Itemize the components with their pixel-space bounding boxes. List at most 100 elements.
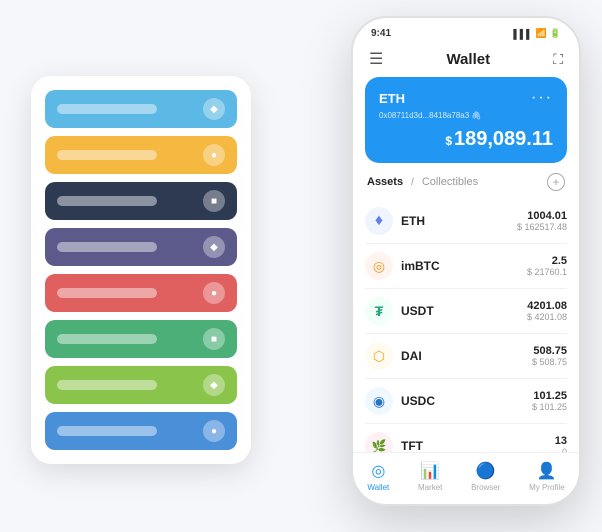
bottom-nav-wallet[interactable]: ◎ Wallet — [367, 461, 389, 492]
asset-usd-imbtc: $ 21760.1 — [527, 267, 567, 277]
asset-usd-usdc: $ 101.25 — [532, 402, 567, 412]
stack-card-icon-1: ◆ — [203, 98, 225, 120]
phone-mockup: 9:41 ▌▌▌ 📶 🔋 ☰ Wallet ⛶ ETH ··· 0x08711d… — [351, 16, 581, 506]
browser-nav-label: Browser — [471, 483, 500, 492]
asset-amount-usdc: 101.25 — [532, 390, 567, 402]
eth-card-dots: ··· — [531, 89, 553, 107]
bottom-nav-profile[interactable]: 👤 My Profile — [529, 461, 565, 492]
asset-name-usdt: USDT — [401, 304, 527, 318]
eth-card-header: ETH ··· — [379, 89, 553, 107]
asset-icon-usdt: ₮ — [365, 297, 393, 325]
stack-card-4: ◆ — [45, 228, 237, 266]
asset-values-tft: 13 0 — [555, 435, 567, 452]
tab-collectibles[interactable]: Collectibles — [422, 176, 478, 188]
assets-tabs: Assets / Collectibles — [367, 176, 478, 188]
stack-card-bar-8 — [57, 426, 157, 436]
eth-address: 0x08711d3d...8418a78a3 🖇 — [379, 111, 553, 120]
stack-card-icon-6: ■ — [203, 328, 225, 350]
stack-card-icon-8: ● — [203, 420, 225, 442]
asset-amount-eth: 1004.01 — [517, 210, 567, 222]
stack-card-bar-7 — [57, 380, 157, 390]
asset-name-tft: TFT — [401, 439, 555, 452]
tab-divider: / — [411, 177, 414, 188]
asset-item-usdt[interactable]: ₮ USDT 4201.08 $ 4201.08 — [365, 289, 567, 334]
stack-card-6: ■ — [45, 320, 237, 358]
asset-usd-eth: $ 162517.48 — [517, 222, 567, 232]
stack-card-7: ◆ — [45, 366, 237, 404]
scene: ◆ ● ■ ◆ ● ■ ◆ ● — [11, 16, 591, 516]
stack-card-2: ● — [45, 136, 237, 174]
asset-name-eth: ETH — [401, 214, 517, 228]
nav-bar: ☰ Wallet ⛶ — [353, 43, 579, 77]
asset-usd-dai: $ 508.75 — [532, 357, 567, 367]
profile-nav-label: My Profile — [529, 483, 565, 492]
wallet-nav-icon: ◎ — [371, 461, 385, 481]
nav-title: Wallet — [446, 51, 490, 68]
asset-icon-tft: 🌿 — [365, 432, 393, 452]
asset-amount-usdt: 4201.08 — [527, 300, 567, 312]
asset-item-dai[interactable]: ⬡ DAI 508.75 $ 508.75 — [365, 334, 567, 379]
battery-icon: 🔋 — [550, 28, 561, 39]
asset-amount-imbtc: 2.5 — [527, 255, 567, 267]
asset-icon-dai: ⬡ — [365, 342, 393, 370]
stack-card-icon-3: ■ — [203, 190, 225, 212]
tab-assets[interactable]: Assets — [367, 176, 403, 188]
asset-item-imbtc[interactable]: ◎ imBTC 2.5 $ 21760.1 — [365, 244, 567, 289]
stack-card-1: ◆ — [45, 90, 237, 128]
stack-card-3: ■ — [45, 182, 237, 220]
eth-card-label: ETH — [379, 91, 405, 106]
asset-name-usdc: USDC — [401, 394, 532, 408]
assets-header: Assets / Collectibles + — [353, 173, 579, 199]
eth-amount: $189,089.11 — [379, 128, 553, 151]
asset-name-imbtc: imBTC — [401, 259, 527, 273]
bottom-nav-market[interactable]: 📊 Market — [418, 461, 442, 492]
stack-card-bar-6 — [57, 334, 157, 344]
asset-values-usdc: 101.25 $ 101.25 — [532, 390, 567, 412]
stack-card-bar-4 — [57, 242, 157, 252]
card-stack: ◆ ● ■ ◆ ● ■ ◆ ● — [31, 76, 251, 464]
bottom-nav: ◎ Wallet 📊 Market 🔵 Browser 👤 My Profile — [353, 452, 579, 504]
stack-card-5: ● — [45, 274, 237, 312]
wallet-nav-label: Wallet — [367, 483, 389, 492]
asset-values-eth: 1004.01 $ 162517.48 — [517, 210, 567, 232]
asset-values-usdt: 4201.08 $ 4201.08 — [527, 300, 567, 322]
asset-icon-eth: ♦ — [365, 207, 393, 235]
eth-card[interactable]: ETH ··· 0x08711d3d...8418a78a3 🖇 $189,08… — [365, 77, 567, 163]
asset-icon-imbtc: ◎ — [365, 252, 393, 280]
stack-card-bar-1 — [57, 104, 157, 114]
eth-amount-value: 189,089.11 — [454, 128, 553, 150]
status-bar: 9:41 ▌▌▌ 📶 🔋 — [353, 18, 579, 43]
asset-item-eth[interactable]: ♦ ETH 1004.01 $ 162517.48 — [365, 199, 567, 244]
stack-card-bar-3 — [57, 196, 157, 206]
stack-card-bar-2 — [57, 150, 157, 160]
status-icons: ▌▌▌ 📶 🔋 — [513, 28, 561, 39]
stack-card-icon-5: ● — [203, 282, 225, 304]
asset-usd-usdt: $ 4201.08 — [527, 312, 567, 322]
asset-values-imbtc: 2.5 $ 21760.1 — [527, 255, 567, 277]
asset-list: ♦ ETH 1004.01 $ 162517.48 ◎ imBTC 2.5 $ … — [353, 199, 579, 452]
menu-icon[interactable]: ☰ — [369, 49, 383, 69]
stack-card-icon-2: ● — [203, 144, 225, 166]
stack-card-bar-5 — [57, 288, 157, 298]
wifi-icon: 📶 — [536, 28, 547, 39]
market-nav-label: Market — [418, 483, 442, 492]
stack-card-icon-4: ◆ — [203, 236, 225, 258]
bottom-nav-browser[interactable]: 🔵 Browser — [471, 461, 500, 492]
asset-icon-usdc: ◉ — [365, 387, 393, 415]
market-nav-icon: 📊 — [420, 461, 440, 481]
asset-item-usdc[interactable]: ◉ USDC 101.25 $ 101.25 — [365, 379, 567, 424]
asset-amount-dai: 508.75 — [532, 345, 567, 357]
assets-add-button[interactable]: + — [547, 173, 565, 191]
stack-card-8: ● — [45, 412, 237, 450]
signal-icon: ▌▌▌ — [513, 29, 532, 39]
asset-item-tft[interactable]: 🌿 TFT 13 0 — [365, 424, 567, 452]
profile-nav-icon: 👤 — [537, 461, 557, 481]
browser-nav-icon: 🔵 — [476, 461, 496, 481]
asset-name-dai: DAI — [401, 349, 532, 363]
stack-card-icon-7: ◆ — [203, 374, 225, 396]
eth-currency-symbol: $ — [445, 134, 452, 148]
status-time: 9:41 — [371, 28, 391, 39]
asset-values-dai: 508.75 $ 508.75 — [532, 345, 567, 367]
expand-icon[interactable]: ⛶ — [553, 51, 563, 68]
asset-amount-tft: 13 — [555, 435, 567, 447]
